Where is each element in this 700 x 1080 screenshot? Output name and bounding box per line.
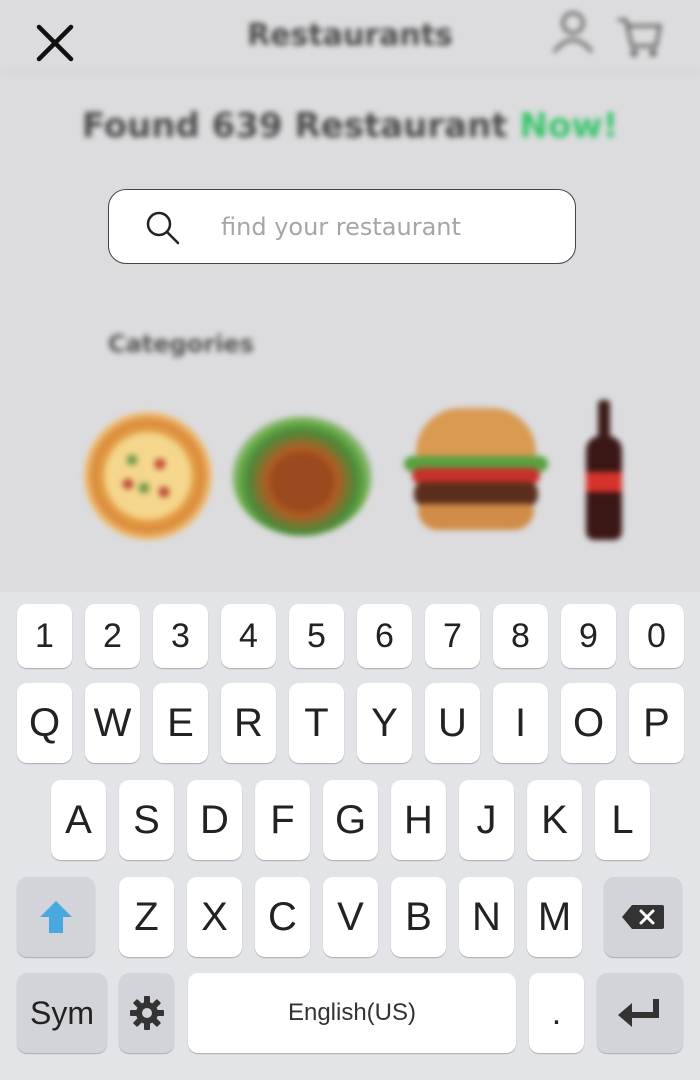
key-7[interactable]: 7 bbox=[425, 604, 480, 668]
key-9[interactable]: 9 bbox=[561, 604, 616, 668]
bottle-neck bbox=[598, 400, 610, 440]
key-l[interactable]: L bbox=[595, 780, 650, 860]
key-3[interactable]: 3 bbox=[153, 604, 208, 668]
key-8[interactable]: 8 bbox=[493, 604, 548, 668]
burger-bun-top bbox=[416, 408, 536, 460]
key-q[interactable]: Q bbox=[17, 683, 72, 763]
key-z[interactable]: Z bbox=[119, 877, 174, 957]
search-input[interactable] bbox=[221, 204, 551, 250]
category-pizza[interactable] bbox=[84, 412, 212, 540]
category-chicken[interactable] bbox=[232, 416, 372, 536]
key-2[interactable]: 2 bbox=[85, 604, 140, 668]
backspace-icon bbox=[622, 905, 664, 929]
key-h[interactable]: H bbox=[391, 780, 446, 860]
backspace-key[interactable] bbox=[604, 877, 682, 957]
found-count-text: Found 639 Restaurant Now! bbox=[0, 106, 700, 146]
key-w[interactable]: W bbox=[85, 683, 140, 763]
search-bar[interactable] bbox=[108, 189, 576, 264]
key-5[interactable]: 5 bbox=[289, 604, 344, 668]
settings-key[interactable] bbox=[119, 973, 174, 1053]
enter-icon bbox=[618, 999, 659, 1027]
key-p[interactable]: P bbox=[629, 683, 684, 763]
space-key[interactable]: English(US) bbox=[188, 973, 516, 1053]
enter-key[interactable] bbox=[597, 973, 683, 1053]
key-t[interactable]: T bbox=[289, 683, 344, 763]
category-drinks[interactable] bbox=[584, 400, 624, 540]
category-burger[interactable] bbox=[404, 408, 548, 534]
key-i[interactable]: I bbox=[493, 683, 548, 763]
burger-bun-bottom bbox=[418, 504, 534, 530]
categories-title: Categories bbox=[108, 330, 254, 358]
key-f[interactable]: F bbox=[255, 780, 310, 860]
gear-icon bbox=[129, 996, 164, 1030]
search-icon bbox=[146, 211, 180, 245]
key-4[interactable]: 4 bbox=[221, 604, 276, 668]
burger-patty bbox=[414, 482, 538, 506]
key-0[interactable]: 0 bbox=[629, 604, 684, 668]
key-x[interactable]: X bbox=[187, 877, 242, 957]
user-icon[interactable] bbox=[550, 8, 596, 54]
bottle-label bbox=[586, 472, 622, 492]
shift-key[interactable] bbox=[17, 877, 95, 957]
key-o[interactable]: O bbox=[561, 683, 616, 763]
key-g[interactable]: G bbox=[323, 780, 378, 860]
key-d[interactable]: D bbox=[187, 780, 242, 860]
key-r[interactable]: R bbox=[221, 683, 276, 763]
key-s[interactable]: S bbox=[119, 780, 174, 860]
found-accent: Now! bbox=[519, 106, 619, 146]
close-icon[interactable] bbox=[30, 20, 80, 66]
shift-arrow-icon bbox=[40, 901, 72, 933]
restaurant-screen: Restaurants Found 639 Restaurant Now! Ca… bbox=[0, 0, 700, 592]
key-e[interactable]: E bbox=[153, 683, 208, 763]
key-1[interactable]: 1 bbox=[17, 604, 72, 668]
cart-icon[interactable] bbox=[616, 14, 662, 58]
key-y[interactable]: Y bbox=[357, 683, 412, 763]
key-n[interactable]: N bbox=[459, 877, 514, 957]
key-6[interactable]: 6 bbox=[357, 604, 412, 668]
soft-keyboard: 1 2 3 4 5 6 7 8 9 0 Q W E R T Y U I O P … bbox=[0, 592, 700, 1080]
sym-key[interactable]: Sym bbox=[17, 973, 107, 1053]
key-j[interactable]: J bbox=[459, 780, 514, 860]
key-b[interactable]: B bbox=[391, 877, 446, 957]
app-header: Restaurants bbox=[0, 0, 700, 72]
key-k[interactable]: K bbox=[527, 780, 582, 860]
period-key[interactable]: . bbox=[529, 973, 584, 1053]
pizza-toppings bbox=[108, 436, 188, 516]
found-prefix: Found 639 Restaurant bbox=[81, 106, 508, 146]
key-a[interactable]: A bbox=[51, 780, 106, 860]
key-v[interactable]: V bbox=[323, 877, 378, 957]
key-c[interactable]: C bbox=[255, 877, 310, 957]
key-m[interactable]: M bbox=[527, 877, 582, 957]
key-u[interactable]: U bbox=[425, 683, 480, 763]
